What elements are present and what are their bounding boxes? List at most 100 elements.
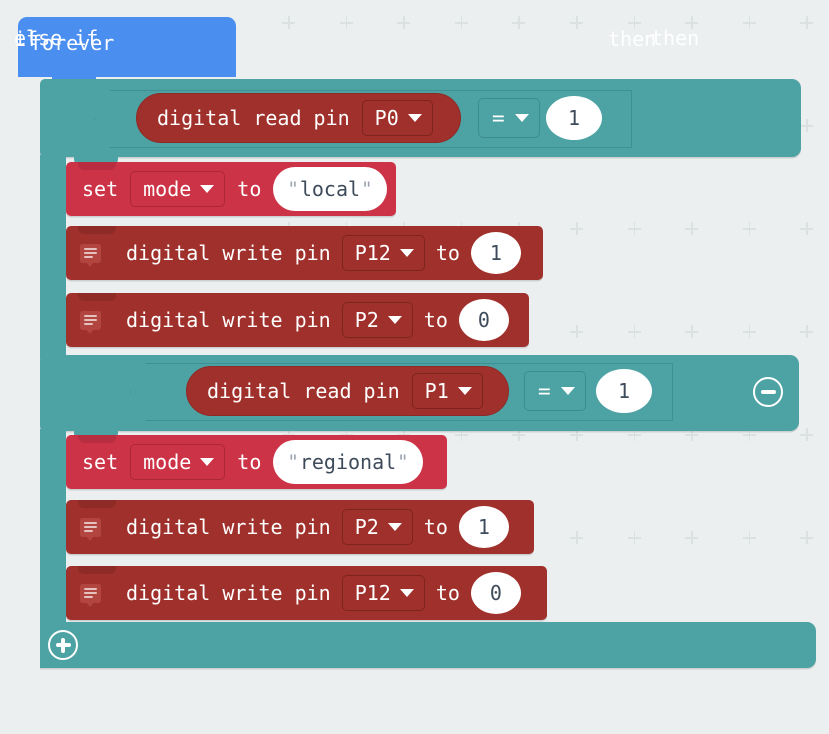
quote-close-1: " xyxy=(361,177,373,200)
grid-plus-mark xyxy=(742,16,756,29)
string-value-1: local xyxy=(299,177,361,201)
grid-plus-mark xyxy=(570,16,583,29)
block-notch xyxy=(78,162,116,170)
grid-plus-mark xyxy=(570,531,583,544)
comment-icon[interactable] xyxy=(80,583,101,607)
grid-plus-mark xyxy=(800,428,814,441)
to-label-write-3: to xyxy=(423,515,448,539)
pin-dropdown-1[interactable]: P0 xyxy=(361,100,433,136)
grid-plus-mark xyxy=(800,119,814,132)
digital-write-block-3[interactable]: digital write pin P2 to 1 xyxy=(66,500,534,554)
pin-dropdown-value-1: P0 xyxy=(374,106,399,130)
comparison-value-input-1[interactable]: 1 xyxy=(546,96,602,140)
grid-plus-mark xyxy=(627,531,641,544)
block-notch xyxy=(78,566,116,574)
chevron-down-icon xyxy=(387,523,402,531)
grid-plus-mark xyxy=(800,325,814,338)
operator-dropdown-2[interactable]: = xyxy=(524,371,586,411)
quote-open-1: " xyxy=(287,177,299,200)
pin-dropdown-write-4[interactable]: P12 xyxy=(341,575,425,611)
write-value-input-3[interactable]: 1 xyxy=(458,506,509,548)
pin-dropdown-write-3[interactable]: P2 xyxy=(341,509,413,545)
set-variable-block-2[interactable]: set mode to " regional " xyxy=(66,435,447,489)
block-notch xyxy=(78,435,116,443)
block-notch xyxy=(78,293,116,301)
chevron-down-icon xyxy=(399,249,414,257)
variable-name-2: mode xyxy=(143,450,192,474)
block-notch xyxy=(78,500,116,508)
else-if-branch-spine xyxy=(40,429,66,628)
write-value-input-2[interactable]: 0 xyxy=(458,299,509,341)
operator-value-1: = xyxy=(492,106,505,130)
pin-value-write-1: P12 xyxy=(354,241,391,265)
if-block-footer[interactable] xyxy=(40,622,816,668)
to-label-write-1: to xyxy=(435,241,460,265)
grid-plus-mark xyxy=(742,325,756,338)
grid-plus-mark xyxy=(454,16,468,29)
operator-value-2: = xyxy=(538,379,551,403)
chevron-down-icon xyxy=(514,114,529,122)
chevron-down-icon xyxy=(560,387,575,395)
comment-icon[interactable] xyxy=(80,243,101,267)
pin-value-write-2: P2 xyxy=(354,308,379,332)
chevron-down-icon xyxy=(200,185,215,193)
add-branch-plus-icon[interactable] xyxy=(48,630,78,660)
pin-value-write-3: P2 xyxy=(354,515,379,539)
variable-dropdown-1[interactable]: mode xyxy=(130,171,226,207)
comparison-value-input-2[interactable]: 1 xyxy=(596,369,652,413)
grid-plus-mark xyxy=(627,222,641,235)
chevron-down-icon xyxy=(457,387,472,395)
write-value-input-1[interactable]: 1 xyxy=(470,232,521,274)
grid-plus-mark xyxy=(685,222,699,235)
grid-plus-mark xyxy=(627,325,641,338)
quote-close-2: " xyxy=(397,450,409,473)
variable-dropdown-2[interactable]: mode xyxy=(130,444,226,480)
write-value-input-4[interactable]: 0 xyxy=(470,572,521,614)
operator-dropdown-1[interactable]: = xyxy=(478,98,540,138)
pin-dropdown-2[interactable]: P1 xyxy=(411,373,483,409)
then-keyword-label-1: then xyxy=(608,27,657,51)
grid-plus-mark xyxy=(570,222,583,235)
string-value-2: regional xyxy=(299,450,397,474)
comment-icon[interactable] xyxy=(80,517,101,541)
pin-value-write-4: P12 xyxy=(354,581,391,605)
grid-plus-mark xyxy=(512,16,526,29)
grid-plus-mark xyxy=(685,325,699,338)
else-if-keyword-label: else if xyxy=(14,26,99,50)
variable-name-1: mode xyxy=(143,177,192,201)
pin-dropdown-value-2: P1 xyxy=(424,379,449,403)
grid-plus-mark xyxy=(570,325,583,338)
then-keyword-label-2: then xyxy=(651,26,700,50)
set-label-2: set xyxy=(82,450,119,474)
set-label-1: set xyxy=(82,177,119,201)
chevron-down-icon xyxy=(407,114,422,122)
string-value-input-1[interactable]: " local " xyxy=(273,167,387,211)
digital-write-label-1: digital write pin xyxy=(126,241,331,265)
grid-plus-mark xyxy=(800,531,814,544)
digital-read-pin-reporter-1[interactable]: digital read pin P0 xyxy=(136,93,461,143)
digital-write-block-2[interactable]: digital write pin P2 to 0 xyxy=(66,293,529,347)
chevron-down-icon xyxy=(387,316,402,324)
grid-plus-mark xyxy=(800,222,814,235)
string-value-input-2[interactable]: " regional " xyxy=(273,440,423,484)
comment-icon[interactable] xyxy=(80,310,101,334)
remove-branch-minus-icon[interactable] xyxy=(753,377,783,407)
grid-plus-mark xyxy=(742,531,756,544)
digital-read-pin-label-1: digital read pin xyxy=(157,106,350,130)
digital-write-block-4[interactable]: digital write pin P12 to 0 xyxy=(66,566,547,620)
pin-dropdown-write-1[interactable]: P12 xyxy=(341,235,425,271)
digital-read-pin-label-2: digital read pin xyxy=(207,379,400,403)
digital-read-pin-reporter-2[interactable]: digital read pin P1 xyxy=(186,366,509,416)
to-label-write-2: to xyxy=(423,308,448,332)
to-label-write-4: to xyxy=(435,581,460,605)
digital-write-block-1[interactable]: digital write pin P12 to 1 xyxy=(66,226,543,280)
pin-dropdown-write-2[interactable]: P2 xyxy=(341,302,413,338)
quote-open-2: " xyxy=(287,450,299,473)
if-branch-spine xyxy=(40,155,66,359)
to-label-2: to xyxy=(237,450,262,474)
block-notch xyxy=(78,226,116,234)
chevron-down-icon xyxy=(200,458,215,466)
set-variable-block-1[interactable]: set mode to " local " xyxy=(66,162,396,216)
chevron-down-icon xyxy=(399,589,414,597)
grid-plus-mark xyxy=(685,531,699,544)
